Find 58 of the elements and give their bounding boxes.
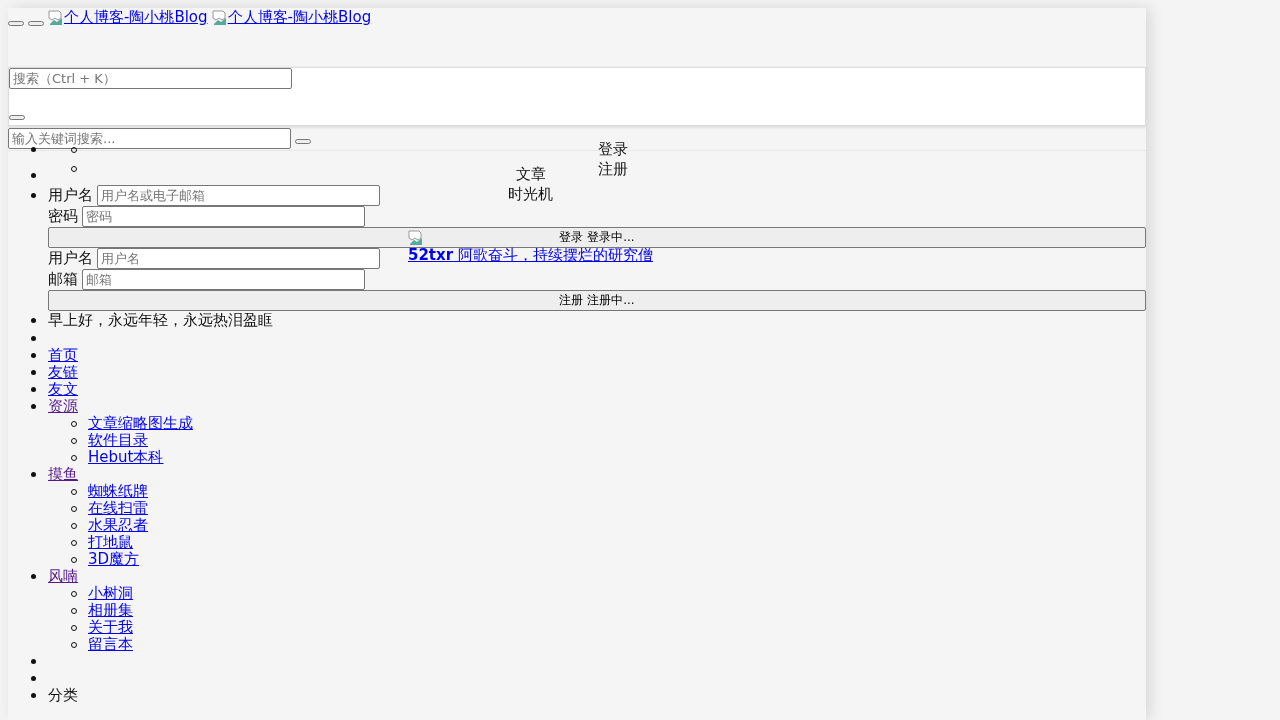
logo-link[interactable]: 个人博客-陶小桃Blog [211,8,372,27]
bullet-icon [31,472,36,477]
bullet-icon [31,387,36,392]
submenu-link[interactable]: 打地鼠 [88,533,133,551]
greeting-text: 早上好，永远年轻，永远热泪盈眶 [48,311,273,329]
menu-item[interactable]: 文章 [515,164,546,184]
field-label: 用户名 [48,185,93,206]
bullet-icon [31,147,36,152]
submenu-link[interactable]: 在线扫雷 [88,499,148,517]
menu-item[interactable]: 登录 [598,139,628,159]
input-field[interactable]: 用户名或电子邮箱 [97,185,380,206]
bullet-icon [31,676,36,681]
small-button[interactable] [28,21,44,26]
submenu-link[interactable]: 关于我 [88,618,133,636]
submit-button[interactable]: 注册 注册中... [48,290,1146,311]
nav-link[interactable]: 友文 [48,380,78,398]
field-label: 密码 [48,206,78,227]
submenu-link[interactable]: 水果忍者 [88,516,148,534]
bullet-icon [31,404,36,409]
bullet-icon [31,336,36,341]
site-link[interactable]: 52txr 阿歌奋斗，持续摆烂的研究僧 [408,246,653,264]
menu-item[interactable]: 注册 [598,159,628,179]
input-field[interactable]: 密码 [82,206,365,227]
submenu-link[interactable]: 软件目录 [88,431,148,449]
broken-image-icon [408,230,424,246]
submit-button[interactable]: 登录 登录中... [48,227,1146,248]
logo-link[interactable]: 个人博客-陶小桃Blog [48,8,208,27]
field-label: 用户名 [48,248,93,269]
small-button[interactable] [8,21,24,26]
submenu-link[interactable]: 文章缩略图生成 [88,414,193,432]
submenu-link[interactable]: Hebut本科 [88,448,164,466]
bullet-icon [31,318,36,323]
nav-link[interactable]: 摸鱼 [48,465,78,483]
bullet-icon [31,173,36,178]
submenu-link[interactable]: 留言本 [88,635,133,653]
bullet-icon [31,370,36,375]
bullet-icon [31,574,36,579]
keyword-search-field[interactable]: 输入关键词搜索... [8,128,291,149]
bullet-icon [31,193,36,198]
field-label: 邮箱 [48,269,78,290]
small-button[interactable] [9,115,25,120]
bullet-icon [31,693,36,698]
bullet-icon [31,353,36,358]
nav-link[interactable]: 首页 [48,346,78,364]
submenu-link[interactable]: 相册集 [88,601,133,619]
nav-link[interactable]: 资源 [48,397,78,415]
submenu-link[interactable]: 蜘蛛纸牌 [88,482,148,500]
input-field[interactable]: 用户名 [97,248,380,269]
submenu-link[interactable]: 小树洞 [88,584,133,602]
bullet-icon [31,659,36,664]
submenu-link[interactable]: 3D魔方 [88,550,140,568]
input-field[interactable]: 邮箱 [82,269,365,290]
nav-link[interactable]: 友链 [48,363,78,381]
menu-item[interactable]: 时光机 [508,184,553,204]
search-button[interactable] [295,139,311,144]
search-field[interactable]: 搜索（Ctrl + K） [9,68,292,89]
category-heading: 分类 [48,686,78,704]
nav-link[interactable]: 风喃 [48,567,78,585]
